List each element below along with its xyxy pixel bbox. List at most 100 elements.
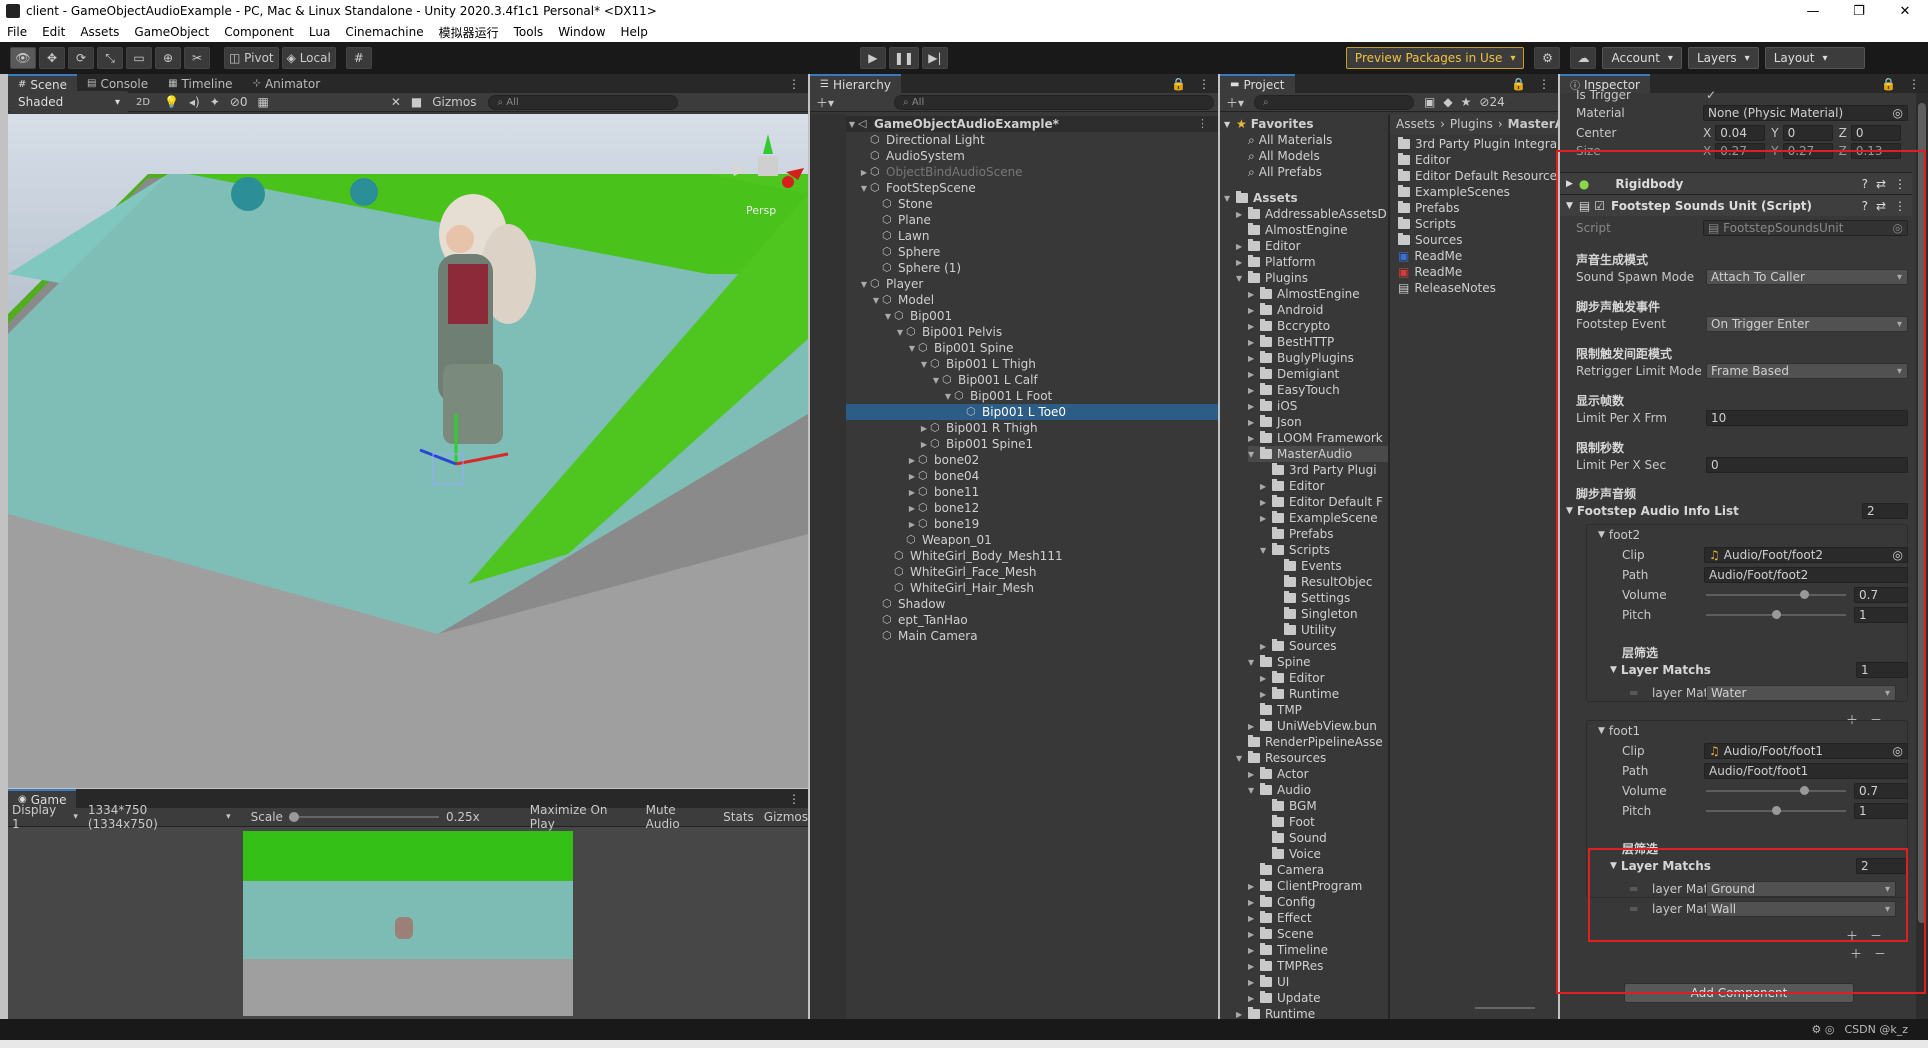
project-folder-item[interactable]: ▶ Editor <box>1260 670 1325 686</box>
menu-item[interactable]: Cinemachine <box>345 25 423 39</box>
hierarchy-item[interactable]: ▶ ⬡ bone12 <box>810 500 1218 516</box>
maximize-button[interactable]: ❐ <box>1836 4 1882 19</box>
project-file-item[interactable]: ▣ ReadMe <box>1398 264 1462 280</box>
collapse-arrow-icon[interactable]: ▶ <box>1248 882 1260 891</box>
local-toggle[interactable]: ◈ Local <box>281 47 336 69</box>
collapse-arrow-icon[interactable]: ▶ <box>1248 722 1260 731</box>
project-folder-item[interactable]: ▶ ExampleScene <box>1260 510 1378 526</box>
tab-timeline[interactable]: ▦ Timeline <box>158 74 242 93</box>
breadcrumb-plugins[interactable]: Plugins <box>1450 117 1493 131</box>
project-folder-item[interactable]: ▶ AlmostEngine <box>1248 286 1360 302</box>
project-folder-item[interactable]: ▶ iOS <box>1248 398 1297 414</box>
project-folder-item[interactable]: 3rd Party Plugi <box>1260 462 1377 478</box>
expand-arrow-icon[interactable]: ▼ <box>930 376 942 385</box>
collapse-arrow-icon[interactable]: ▶ <box>1248 290 1260 299</box>
project-folder-item[interactable]: ▶ Platform <box>1236 254 1316 270</box>
collapse-arrow-icon[interactable]: ▶ <box>1260 482 1272 491</box>
favorite-item[interactable]: ⌕ All Models <box>1248 148 1320 164</box>
panel-menu-icon[interactable]: ⋮ <box>788 77 800 91</box>
hierarchy-item[interactable]: ▼ ⬡ Bip001 Spine <box>810 340 1218 356</box>
collapse-arrow-icon[interactable]: ▶ <box>1248 978 1260 987</box>
hierarchy-lock-icon[interactable]: 🔒 <box>1171 77 1186 91</box>
camera-icon[interactable]: ■ <box>411 95 422 109</box>
step-button[interactable]: ▶| <box>921 47 948 69</box>
pivot-toggle[interactable]: ◫ Pivot <box>224 47 279 69</box>
project-folder-item[interactable]: Singleton <box>1272 606 1358 622</box>
project-folder-item[interactable]: Settings <box>1272 590 1350 606</box>
account-dropdown[interactable]: Account <box>1602 47 1682 69</box>
hierarchy-item[interactable]: ▼ ⬡ Bip001 L Calf <box>810 372 1218 388</box>
collapse-arrow-icon[interactable]: ▶ <box>1248 338 1260 347</box>
grid-snap-icon[interactable]: # <box>345 47 372 69</box>
layout-dropdown[interactable]: Layout <box>1764 47 1865 69</box>
tools-icon[interactable]: ✕ <box>391 95 401 109</box>
project-file-item[interactable]: Editor <box>1398 152 1451 168</box>
mode-2d-toggle[interactable]: 2D <box>136 97 150 108</box>
hierarchy-item[interactable]: ⬡ WhiteGirl_Hair_Mesh <box>810 580 1218 596</box>
expand-arrow-icon[interactable]: ▼ <box>906 344 918 353</box>
hierarchy-item[interactable]: ▼ ⬡ Bip001 L Foot <box>810 388 1218 404</box>
path-field[interactable]: Audio/Foot/foot2 <box>1704 567 1908 583</box>
move-tool-icon[interactable]: ✥ <box>39 47 65 69</box>
collapse-arrow-icon[interactable]: ▶ <box>1248 994 1260 1003</box>
expand-arrow-icon[interactable]: ▼ <box>1248 450 1260 459</box>
rotate-tool-icon[interactable]: ⟳ <box>68 47 94 69</box>
footstep-script-component-header[interactable]: ▼ ▤ ☑ Footstep Sounds Unit (Script) ? ⇄ … <box>1560 194 1912 216</box>
close-button[interactable]: ✕ <box>1882 4 1928 19</box>
scene-search-input[interactable]: ⌕ All <box>488 94 679 110</box>
project-folder-item[interactable]: ▶ Bccrypto <box>1248 318 1330 334</box>
collapse-arrow-icon[interactable]: ▶ <box>906 504 918 513</box>
volume-field[interactable]: 0.7 <box>1854 587 1908 603</box>
collapse-arrow-icon[interactable]: ▶ <box>1248 306 1260 315</box>
project-folder-item[interactable]: ResultObjec <box>1272 574 1372 590</box>
layer-match-dropdown[interactable]: Ground <box>1706 881 1896 897</box>
filter-label-icon[interactable]: ◆ <box>1443 95 1452 109</box>
menu-item[interactable]: 模拟器运行 <box>439 24 499 41</box>
drag-handle-icon[interactable]: ═ <box>1630 880 1637 898</box>
expand-arrow-icon[interactable]: ▼ <box>1248 658 1260 667</box>
scale-tool-icon[interactable]: ⤡ <box>97 47 123 69</box>
game-view[interactable] <box>243 831 573 1016</box>
project-menu-icon[interactable]: ⋮ <box>1538 77 1550 91</box>
audio-list-remove-button[interactable]: － <box>1874 944 1886 962</box>
pitch-slider-knob[interactable] <box>1772 806 1781 815</box>
project-folder-item[interactable]: Voice <box>1260 846 1321 862</box>
layer-matchs-header[interactable]: ▼ Layer Matchs <box>1610 661 1711 679</box>
hierarchy-item[interactable]: ⬡ AudioSystem <box>810 148 1218 164</box>
project-folder-item[interactable]: ▼ Plugins <box>1236 270 1308 286</box>
project-file-item[interactable]: 3rd Party Plugin Integra <box>1398 136 1557 152</box>
collapse-arrow-icon[interactable]: ▶ <box>1236 258 1248 267</box>
project-file-item[interactable]: Editor Default Resource <box>1398 168 1557 184</box>
object-picker-icon[interactable]: ◎ <box>1893 106 1903 120</box>
stats-toggle[interactable]: Stats <box>723 810 754 824</box>
project-folder-item[interactable]: ▼ Assets <box>1224 190 1298 206</box>
transform-tool-icon[interactable]: ⊕ <box>155 47 181 69</box>
material-field[interactable]: None (Physic Material) ◎ <box>1703 105 1908 121</box>
filter-type-icon[interactable]: ▣ <box>1424 95 1435 109</box>
menu-item[interactable]: Tools <box>514 25 544 39</box>
hierarchy-item[interactable]: ▶ ⬡ bone11 <box>810 484 1218 500</box>
collapse-arrow-icon[interactable]: ▶ <box>1260 674 1272 683</box>
collapse-arrow-icon[interactable]: ▼ <box>1610 665 1617 675</box>
project-folder-item[interactable]: AlmostEngine <box>1236 222 1348 238</box>
volume-field[interactable]: 0.7 <box>1854 783 1908 799</box>
icon-size-slider[interactable] <box>1475 1007 1535 1009</box>
hierarchy-menu-icon[interactable]: ⋮ <box>1198 77 1210 91</box>
menu-item[interactable]: Lua <box>309 25 330 39</box>
project-folder-item[interactable]: ▼ Audio <box>1248 782 1311 798</box>
layer-matchs-header[interactable]: ▼ Layer Matchs <box>1610 857 1711 875</box>
is-trigger-checkbox[interactable]: ✓ <box>1706 86 1716 104</box>
hidden-objects-icon[interactable]: ⊘ <box>230 95 240 109</box>
project-folder-item[interactable]: BGM <box>1260 798 1317 814</box>
collapse-arrow-icon[interactable]: ▶ <box>1248 914 1260 923</box>
play-button[interactable]: ▶ <box>859 47 886 69</box>
layer-add-button[interactable]: ＋ <box>1846 926 1858 944</box>
project-folder-item[interactable]: ▶ ClientProgram <box>1248 878 1362 894</box>
collapse-arrow-icon[interactable]: ▶ <box>1236 1010 1248 1019</box>
layer-match-dropdown[interactable]: Wall <box>1706 901 1896 917</box>
project-folder-item[interactable]: ▶ Effect <box>1248 910 1312 926</box>
project-folder-item[interactable]: ▶ Editor <box>1236 238 1301 254</box>
menu-item[interactable]: Help <box>621 25 648 39</box>
object-picker-icon[interactable]: ◎ <box>1893 548 1903 562</box>
expand-arrow-icon[interactable]: ▼ <box>1236 754 1248 763</box>
